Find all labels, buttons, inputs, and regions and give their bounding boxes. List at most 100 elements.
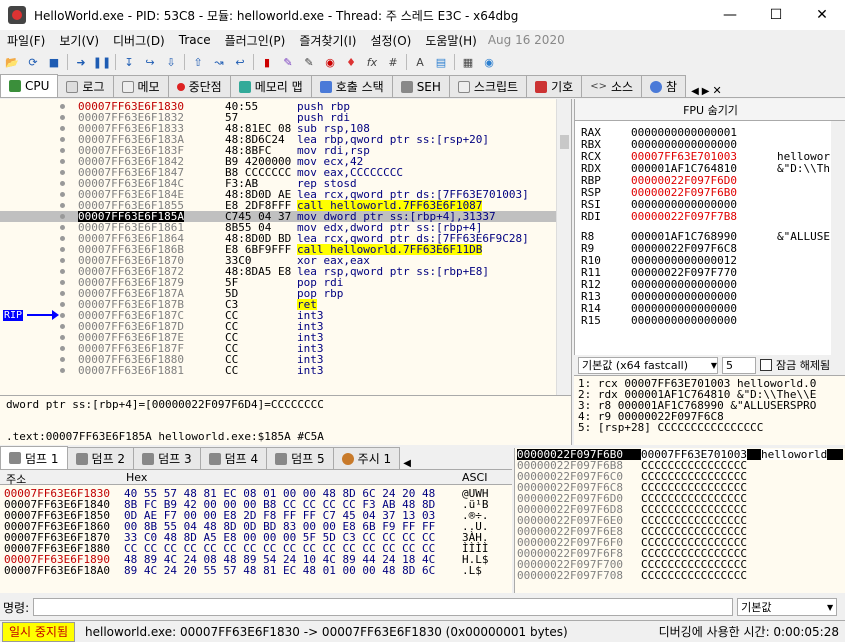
register-value[interactable]: 00000022F097F6B0 bbox=[631, 187, 737, 198]
stack-view[interactable]: 00000022F097F6B0 00007FF63E701003 hellowor… bbox=[514, 448, 845, 593]
register-value[interactable]: 0000000000000000 bbox=[631, 315, 737, 326]
tab-dump-3[interactable]: 덤프 3 bbox=[133, 447, 201, 469]
tab-call-stack[interactable]: 호출 스택 bbox=[310, 75, 393, 97]
hash-icon[interactable]: # bbox=[385, 54, 401, 70]
minimize-button[interactable]: — bbox=[707, 0, 753, 30]
register-value[interactable]: 00000022F097F6C8 bbox=[631, 243, 737, 254]
menu-plugins[interactable]: 플러그인(P) bbox=[218, 32, 293, 49]
menu-options[interactable]: 설정(O) bbox=[363, 32, 418, 49]
call-convention-select[interactable]: 기본값 (x64 fastcall) ▼ bbox=[578, 356, 718, 374]
trace-icon[interactable]: ↩ bbox=[232, 54, 248, 70]
breakpoint-dot[interactable] bbox=[60, 247, 65, 252]
menu-view[interactable]: 보기(V) bbox=[52, 32, 106, 49]
register-value[interactable]: 00000022F097F7B8 bbox=[631, 211, 737, 222]
symbols-icon[interactable]: ▤ bbox=[433, 54, 449, 70]
breakpoint-dot[interactable] bbox=[60, 203, 65, 208]
breakpoint-dot[interactable] bbox=[60, 159, 65, 164]
register-value[interactable]: 00007FF63E701003 bbox=[631, 151, 737, 162]
breakpoint-dot[interactable] bbox=[60, 313, 65, 318]
breakpoint-dot[interactable] bbox=[60, 126, 65, 131]
breakpoint-dot[interactable] bbox=[60, 170, 65, 175]
patch-icon[interactable]: ✎ bbox=[280, 54, 296, 70]
comment-icon[interactable]: ✎ bbox=[301, 54, 317, 70]
tab-source[interactable]: <> 소스 bbox=[581, 75, 643, 97]
tab-notes[interactable]: 메모 bbox=[112, 75, 169, 97]
breakpoint-dot[interactable] bbox=[60, 258, 65, 263]
register-value[interactable]: 0000000000000000 bbox=[631, 303, 737, 314]
breakpoint-dot[interactable] bbox=[60, 225, 65, 230]
registers-scrollbar[interactable] bbox=[831, 121, 845, 355]
tab-scroll-left-icon[interactable]: ◀ bbox=[691, 86, 699, 97]
tab-memory-map[interactable]: 메모리 맵 bbox=[229, 75, 312, 97]
register-value[interactable]: 000001AF1C764810 bbox=[631, 163, 737, 174]
maximize-button[interactable]: ☐ bbox=[753, 0, 799, 30]
tab-dump-2[interactable]: 덤프 2 bbox=[66, 447, 135, 469]
hide-fpu-button[interactable]: FPU 숨기기 bbox=[575, 99, 845, 121]
register-value[interactable]: 000001AF1C768990 bbox=[631, 231, 737, 242]
open-icon[interactable]: 📂 bbox=[4, 54, 20, 70]
calculator-icon[interactable]: ▦ bbox=[460, 54, 476, 70]
bookmark-icon[interactable]: ♦ bbox=[343, 54, 359, 70]
breakpoint-dot[interactable] bbox=[60, 280, 65, 285]
breakpoint-dot[interactable] bbox=[60, 269, 65, 274]
tab-dump-5[interactable]: 덤프 5 bbox=[266, 447, 334, 469]
stop-icon[interactable]: ■ bbox=[46, 54, 62, 70]
tab-breakpoints[interactable]: 중단점 bbox=[167, 75, 231, 97]
breakpoint-dot[interactable] bbox=[60, 192, 65, 197]
arguments-view[interactable]: 1: rcx 00007FF63E701003 helloworld.0 2: r… bbox=[574, 375, 845, 445]
close-button[interactable]: ✕ bbox=[799, 0, 845, 30]
register-row[interactable]: R15 0000000000000000 bbox=[581, 315, 831, 327]
command-mode-select[interactable]: 기본값 ▼ bbox=[737, 598, 838, 616]
register-value[interactable]: 0000000000000000 bbox=[631, 199, 737, 210]
tab-references[interactable]: 참 bbox=[641, 75, 687, 97]
scylla-icon[interactable]: ▮ bbox=[259, 54, 275, 70]
tab-dump-1[interactable]: 덤프 1 bbox=[0, 446, 68, 469]
tab-seh[interactable]: SEH bbox=[391, 75, 450, 97]
register-row[interactable]: RDI 00000022F097F7B8 bbox=[581, 211, 831, 223]
register-value[interactable]: 0000000000000000 bbox=[631, 291, 737, 302]
breakpoint-dot[interactable] bbox=[60, 302, 65, 307]
strings-icon[interactable]: A bbox=[412, 54, 428, 70]
step-over-icon[interactable]: ↪ bbox=[142, 54, 158, 70]
tab-cpu[interactable]: CPU bbox=[0, 74, 59, 97]
globe-icon[interactable]: ◉ bbox=[481, 54, 497, 70]
stack-row[interactable]: 00000022F097F708 CCCCCCCCCCCCCCCC bbox=[517, 570, 843, 581]
step-into-icon[interactable]: ↧ bbox=[121, 54, 137, 70]
run-to-user-code-icon[interactable]: ⇩ bbox=[163, 54, 179, 70]
register-value[interactable]: 00000022F097F770 bbox=[631, 267, 737, 278]
pause-icon[interactable]: ❚❚ bbox=[93, 54, 111, 70]
breakpoint-dot[interactable] bbox=[60, 181, 65, 186]
menu-debug[interactable]: 디버그(D) bbox=[106, 32, 172, 49]
dump-row[interactable]: 00007FF63E6F18A0 89 4C 24 20 55 57 48 81 … bbox=[4, 565, 509, 576]
breakpoint-dot[interactable] bbox=[60, 291, 65, 296]
register-value[interactable]: 0000000000000000 bbox=[631, 139, 737, 150]
breakpoint-dot[interactable] bbox=[60, 335, 65, 340]
breakpoint-dot[interactable] bbox=[60, 115, 65, 120]
register-value[interactable]: 0000000000000012 bbox=[631, 255, 737, 266]
breakpoint-dot[interactable] bbox=[60, 214, 65, 219]
tab-watch-1[interactable]: 주시 1 bbox=[332, 447, 401, 469]
breakpoint-dot[interactable] bbox=[60, 346, 65, 351]
dump-view[interactable]: 주소 Hex ASCI 00007FF63E6F1830 40 55 57 48 … bbox=[0, 471, 512, 593]
breakpoint-dot[interactable] bbox=[60, 104, 65, 109]
tab-scroll-left-icon[interactable]: ◀ bbox=[403, 458, 411, 469]
menu-help[interactable]: 도움말(H) bbox=[418, 32, 484, 49]
run-icon[interactable]: ➜ bbox=[73, 54, 89, 70]
animate-icon[interactable]: ↝ bbox=[211, 54, 227, 70]
breakpoint-dot[interactable] bbox=[60, 357, 65, 362]
breakpoint-dot[interactable] bbox=[60, 137, 65, 142]
register-value[interactable]: 0000000000000000 bbox=[631, 279, 737, 290]
tab-symbols[interactable]: 기호 bbox=[526, 75, 583, 97]
label-icon[interactable]: ◉ bbox=[322, 54, 338, 70]
command-input[interactable] bbox=[33, 598, 734, 616]
breakpoint-dot[interactable] bbox=[60, 324, 65, 329]
argument-row[interactable]: 5: [rsp+28] CCCCCCCCCCCCCCCC bbox=[578, 422, 763, 433]
arg-count-spinbox[interactable]: 5 bbox=[722, 356, 756, 374]
disassembly-scrollbar[interactable] bbox=[556, 99, 571, 395]
tab-close-icon[interactable]: ✕ bbox=[713, 84, 722, 97]
restart-icon[interactable]: ⟳ bbox=[25, 54, 41, 70]
register-value[interactable]: 00000022F097F6D0 bbox=[631, 175, 737, 186]
tab-log[interactable]: 로그 bbox=[57, 75, 114, 97]
lock-checkbox[interactable] bbox=[760, 359, 772, 371]
breakpoint-dot[interactable] bbox=[60, 236, 65, 241]
